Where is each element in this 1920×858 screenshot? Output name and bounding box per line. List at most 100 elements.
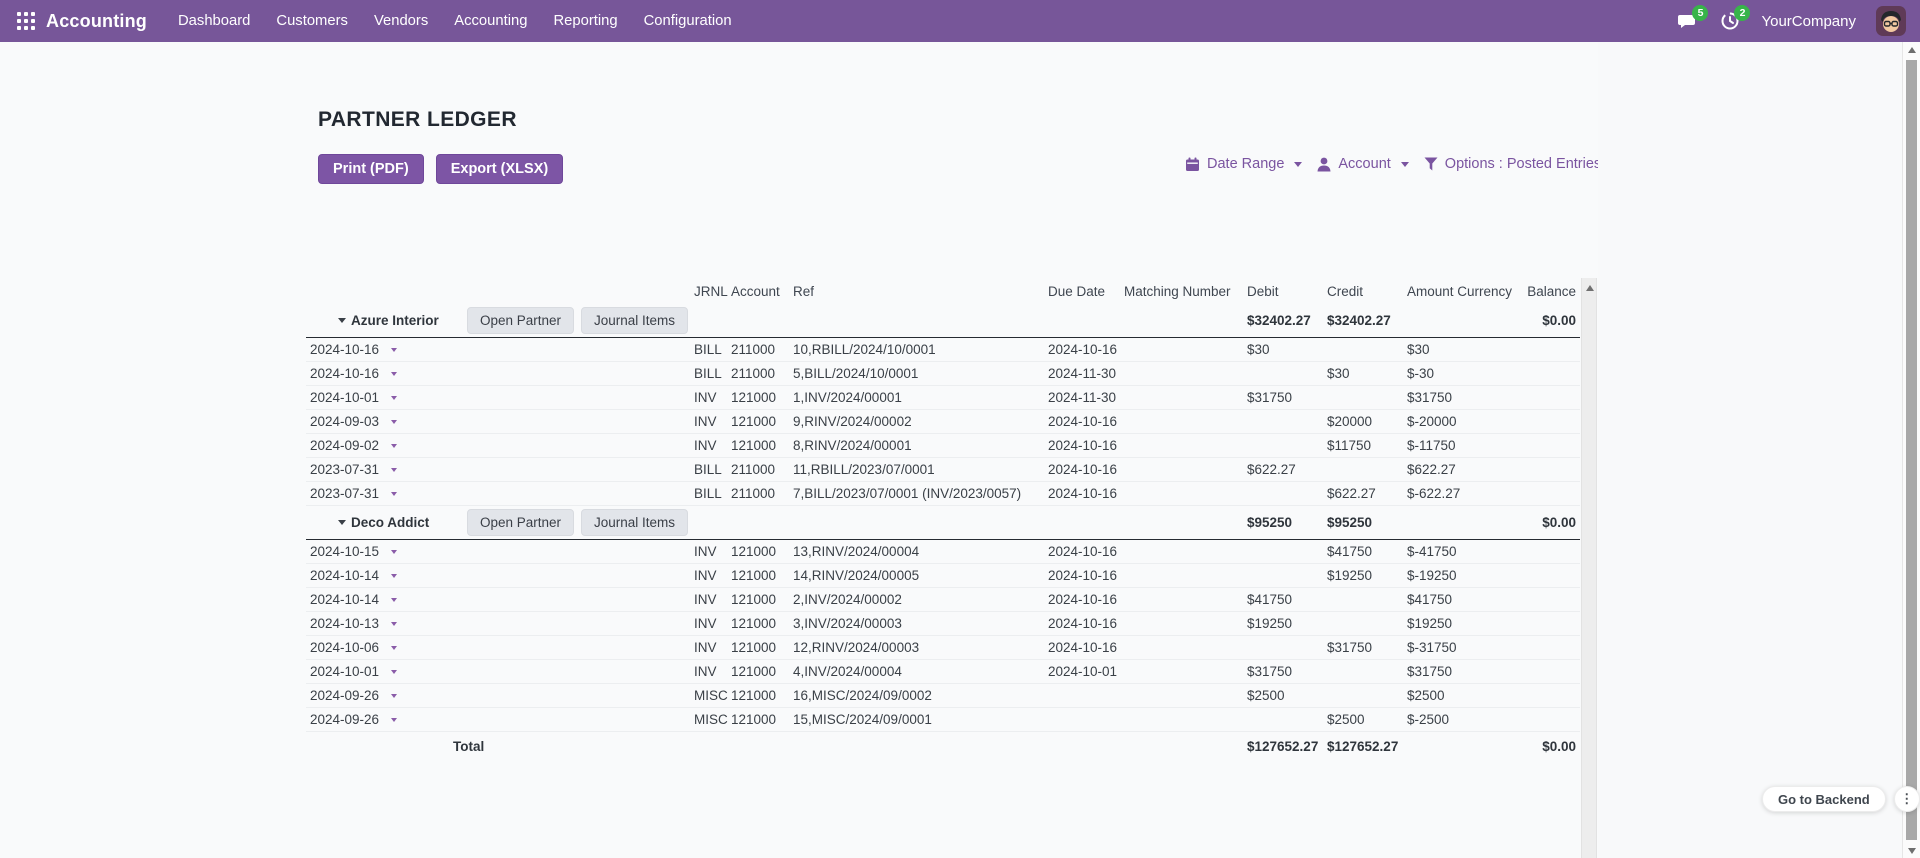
header-amount-currency: Amount Currency: [1407, 284, 1527, 299]
line-journal: INV: [694, 616, 731, 631]
partner-name: Deco Addict: [351, 515, 429, 530]
partner-ledger-table: JRNLAccountRefDue DateMatching NumberDeb…: [306, 278, 1580, 760]
export-xlsx-button[interactable]: Export (XLSX): [436, 154, 563, 184]
line-amount-currency: $-622.27: [1407, 486, 1527, 501]
activities-icon[interactable]: 2: [1719, 10, 1741, 32]
line-debit: $31750: [1247, 390, 1327, 405]
ledger-line: 2024-09-03INV1210009,RINV/2024/000022024…: [306, 410, 1580, 434]
line-date: 2024-10-01: [310, 390, 379, 405]
line-dropdown-caret-icon[interactable]: [391, 372, 397, 376]
line-date: 2024-10-01: [310, 664, 379, 679]
open-partner-button[interactable]: Open Partner: [467, 307, 574, 334]
line-credit: $41750: [1327, 544, 1407, 559]
line-ref: 7,BILL/2023/07/0001 (INV/2023/0057): [793, 486, 1048, 501]
scrollbar-down-arrow-icon[interactable]: [1908, 848, 1916, 854]
top-navbar: Accounting DashboardCustomersVendorsAcco…: [0, 0, 1920, 42]
go-to-backend-button[interactable]: Go to Backend: [1762, 786, 1886, 812]
line-dropdown-caret-icon[interactable]: [391, 670, 397, 674]
user-avatar[interactable]: [1876, 6, 1906, 36]
ledger-line: 2023-07-31BILL21100011,RBILL/2023/07/000…: [306, 458, 1580, 482]
line-dropdown-caret-icon[interactable]: [391, 348, 397, 352]
menu-item-configuration[interactable]: Configuration: [631, 0, 745, 42]
ledger-line: 2024-09-26MISC12100016,MISC/2024/09/0002…: [306, 684, 1580, 708]
ledger-line: 2024-10-01INV1210001,INV/2024/000012024-…: [306, 386, 1580, 410]
scrollbar-thumb[interactable]: [1906, 60, 1917, 840]
line-ref: 14,RINV/2024/00005: [793, 568, 1048, 583]
line-due-date: 2024-10-16: [1048, 414, 1124, 429]
partner-group-cell: Azure Interior Open Partner Journal Items: [306, 304, 1247, 337]
ledger-line: 2024-09-02INV1210008,RINV/2024/000012024…: [306, 434, 1580, 458]
menu-item-customers[interactable]: Customers: [263, 0, 361, 42]
line-amount-currency: $-19250: [1407, 568, 1527, 583]
scroll-up-arrow-icon[interactable]: [1586, 285, 1594, 291]
menu-item-dashboard[interactable]: Dashboard: [165, 0, 263, 42]
line-credit: $30: [1327, 366, 1407, 381]
partner-group-cell: Deco Addict Open Partner Journal Items: [306, 506, 1247, 539]
ledger-line: 2023-07-31BILL2110007,BILL/2023/07/0001 …: [306, 482, 1580, 506]
systray: 5 2 YourCompany: [1677, 0, 1906, 42]
line-date: 2024-10-14: [310, 568, 379, 583]
filter-options[interactable]: Options : Posted Entries: [1424, 156, 1619, 172]
ledger-header-row: JRNLAccountRefDue DateMatching NumberDeb…: [306, 278, 1580, 304]
company-switcher[interactable]: YourCompany: [1761, 13, 1856, 30]
line-dropdown-caret-icon[interactable]: [391, 420, 397, 424]
ledger-line: 2024-09-26MISC12100015,MISC/2024/09/0001…: [306, 708, 1580, 732]
line-date: 2024-10-16: [310, 366, 379, 381]
line-dropdown-caret-icon[interactable]: [391, 646, 397, 650]
print-pdf-button[interactable]: Print (PDF): [318, 154, 424, 184]
header-account: Account: [731, 284, 793, 299]
line-dropdown-caret-icon[interactable]: [391, 718, 397, 722]
line-dropdown-caret-icon[interactable]: [391, 550, 397, 554]
scrollbar-up-arrow-icon[interactable]: [1908, 47, 1916, 53]
line-credit: $20000: [1327, 414, 1407, 429]
line-due-date: 2024-10-16: [1048, 544, 1124, 559]
line-dropdown-caret-icon[interactable]: [391, 622, 397, 626]
filter-date-range[interactable]: Date Range: [1185, 156, 1302, 172]
line-dropdown-caret-icon[interactable]: [391, 574, 397, 578]
line-date: 2024-10-14: [310, 592, 379, 607]
kebab-menu-icon[interactable]: ⋮: [1894, 786, 1920, 812]
line-dropdown-caret-icon[interactable]: [391, 598, 397, 602]
line-account: 121000: [731, 688, 793, 703]
apps-grid-icon[interactable]: [17, 12, 35, 30]
line-dropdown-caret-icon[interactable]: [391, 396, 397, 400]
line-ref: 16,MISC/2024/09/0002: [793, 688, 1048, 703]
line-ref: 5,BILL/2024/10/0001: [793, 366, 1048, 381]
line-dropdown-caret-icon[interactable]: [391, 444, 397, 448]
line-date: 2024-09-02: [310, 438, 379, 453]
line-journal: INV: [694, 568, 731, 583]
menu-item-reporting[interactable]: Reporting: [540, 0, 630, 42]
open-partner-button[interactable]: Open Partner: [467, 509, 574, 536]
line-dropdown-caret-icon[interactable]: [391, 694, 397, 698]
line-debit: $19250: [1247, 616, 1327, 631]
line-journal: INV: [694, 544, 731, 559]
filter-account[interactable]: Account: [1317, 156, 1408, 172]
app-title[interactable]: Accounting: [46, 11, 147, 32]
header-due-date: Due Date: [1048, 284, 1124, 299]
journal-items-button[interactable]: Journal Items: [581, 509, 688, 536]
ledger-line: 2024-10-13INV1210003,INV/2024/000032024-…: [306, 612, 1580, 636]
partner-toggle-deco-addict[interactable]: Deco Addict: [338, 515, 429, 530]
line-journal: INV: [694, 592, 731, 607]
messages-icon[interactable]: 5: [1677, 10, 1699, 32]
partner-toggle-azure-interior[interactable]: Azure Interior: [338, 313, 439, 328]
backend-controls: Go to Backend ⋮: [1762, 786, 1920, 812]
line-ref: 15,MISC/2024/09/0001: [793, 712, 1048, 727]
filter-date-range-label: Date Range: [1207, 156, 1284, 172]
line-date-cell: 2024-10-14: [306, 592, 694, 607]
report-scrollbar[interactable]: [1581, 278, 1597, 858]
line-debit: $30: [1247, 342, 1327, 357]
line-dropdown-caret-icon[interactable]: [391, 468, 397, 472]
line-due-date: 2024-10-16: [1048, 640, 1124, 655]
line-dropdown-caret-icon[interactable]: [391, 492, 397, 496]
header-balance: Balance: [1527, 284, 1580, 299]
line-account: 121000: [731, 640, 793, 655]
journal-items-button[interactable]: Journal Items: [581, 307, 688, 334]
menu-item-accounting[interactable]: Accounting: [441, 0, 540, 42]
menu-item-vendors[interactable]: Vendors: [361, 0, 441, 42]
header-jrnl: JRNL: [694, 284, 731, 299]
browser-scrollbar[interactable]: [1902, 42, 1920, 858]
partner-group-row: Deco AddictOpen PartnerJournal Items$952…: [306, 506, 1580, 540]
line-amount-currency: $622.27: [1407, 462, 1527, 477]
partner-group-row: Azure InteriorOpen PartnerJournal Items$…: [306, 304, 1580, 338]
